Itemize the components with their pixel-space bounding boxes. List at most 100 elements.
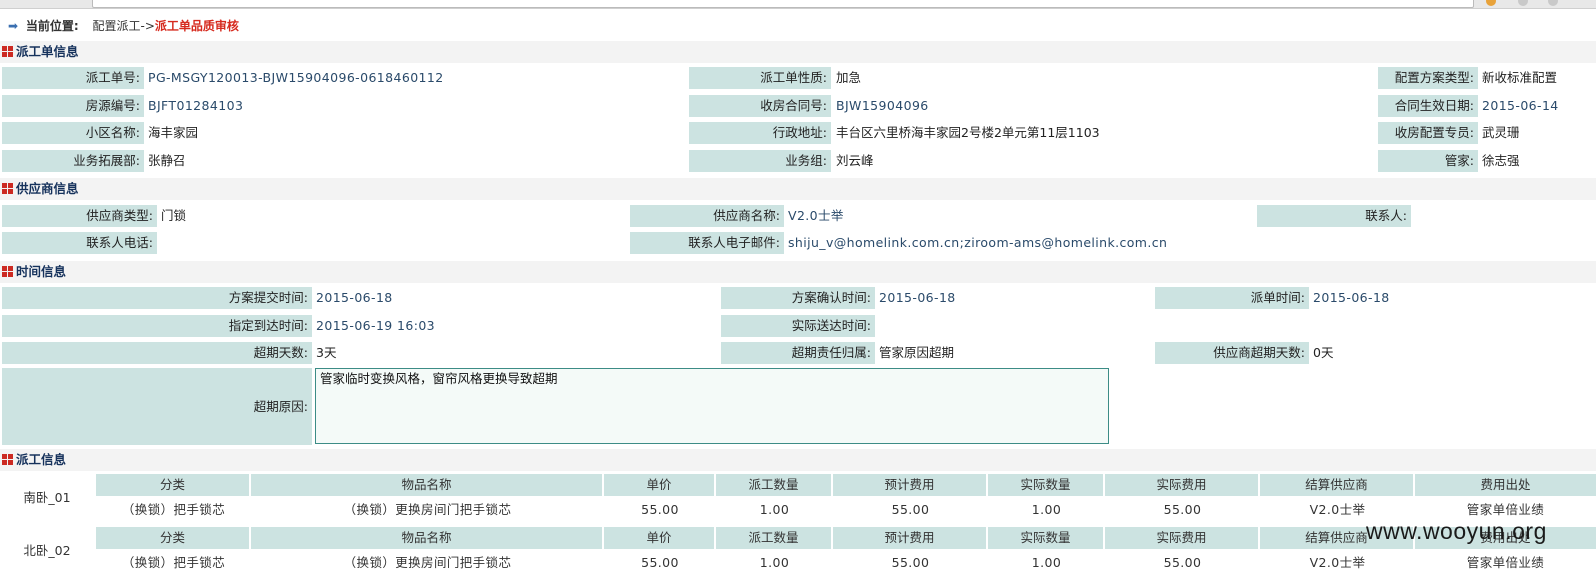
arrive-time-label: 指定到达时间: <box>2 315 312 337</box>
header-est-cost: 预计费用 <box>833 474 988 496</box>
breadcrumb: ➡ 当前位置: 配置派工->派工单品质审核 <box>8 16 239 36</box>
email-label: 联系人电子邮件: <box>630 232 784 254</box>
dispatch-time-label: 派单时间: <box>1155 287 1309 309</box>
overdue-reason-label: 超期原因: <box>2 368 312 445</box>
supplier-type-value: 门锁 <box>161 208 187 223</box>
phone-value <box>157 232 161 254</box>
address-bar[interactable] <box>92 0 1474 8</box>
contract-no-value: BJW15904096 <box>836 98 929 113</box>
responsibility-label: 超期责任归属: <box>721 342 875 364</box>
breadcrumb-path[interactable]: 配置派工-> <box>93 19 155 33</box>
cell-settle-supplier: V2.0士举 <box>1309 555 1366 570</box>
cell-category: （换锁）把手锁芯 <box>121 502 226 517</box>
header-actual-qty: 实际数量 <box>988 527 1105 549</box>
address-label: 行政地址: <box>689 122 831 144</box>
cell-est-cost: 55.00 <box>891 502 930 517</box>
effective-date-label: 合同生效日期: <box>1378 95 1478 117</box>
phone-label: 联系人电话: <box>2 232 157 254</box>
cell-category: （换锁）把手锁芯 <box>121 555 226 570</box>
header-unit-price: 单价 <box>604 527 716 549</box>
section-grid-icon <box>2 46 13 57</box>
group-value: 刘云峰 <box>836 153 874 168</box>
extension-icon[interactable] <box>1486 0 1496 6</box>
contact-label: 联系人: <box>1257 205 1411 227</box>
cell-actual-qty: 1.00 <box>1031 555 1062 570</box>
confirm-time-value: 2015-06-18 <box>879 290 956 305</box>
group-label: 业务组: <box>689 150 831 172</box>
supplier-name-value: V2.0士举 <box>788 208 844 223</box>
header-category: 分类 <box>96 474 251 496</box>
location-label: 当前位置: <box>25 19 79 33</box>
header-est-cost: 预计费用 <box>833 527 988 549</box>
header-unit-price: 单价 <box>604 474 716 496</box>
cell-cost-source: 管家单倍业绩 <box>1466 555 1545 570</box>
section-title-order-info: 派工单信息 <box>0 41 1596 63</box>
settings-icon[interactable] <box>1548 0 1558 6</box>
cell-dispatch-qty: 1.00 <box>759 555 790 570</box>
cell-actual-cost: 55.00 <box>1163 502 1202 517</box>
section-grid-icon <box>2 454 13 465</box>
breadcrumb-current: 派工单品质审核 <box>154 19 239 33</box>
section-title-supplier-info: 供应商信息 <box>0 178 1596 200</box>
plan-type-value: 新收标准配置 <box>1482 70 1558 85</box>
browser-toolbar <box>0 0 1596 9</box>
address-value: 丰台区六里桥海丰家园2号楼2单元第11层1103 <box>836 125 1100 140</box>
arrive-time-value: 2015-06-19 16:03 <box>316 318 436 333</box>
plan-type-label: 配置方案类型: <box>1378 67 1478 89</box>
header-category: 分类 <box>96 527 251 549</box>
dispatch-time-value: 2015-06-18 <box>1313 290 1390 305</box>
header-cost-source: 费用出处 <box>1415 474 1596 496</box>
submit-time-label: 方案提交时间: <box>2 287 312 309</box>
section-title-time-info: 时间信息 <box>0 261 1596 283</box>
room-name: 南卧_01 <box>23 490 71 505</box>
effective-date-value: 2015-06-14 <box>1482 98 1559 113</box>
order-no-value: PG-MSGY120013-BJW15904096-0618460112 <box>148 70 444 85</box>
dept-label: 业务拓展部: <box>2 150 144 172</box>
actual-time-value <box>875 315 879 337</box>
section-title-dispatch-info: 派工信息 <box>0 449 1596 471</box>
overdue-days-label: 超期天数: <box>2 342 312 364</box>
submit-time-value: 2015-06-18 <box>316 290 393 305</box>
dept-value: 张静召 <box>148 153 186 168</box>
contact-value <box>1411 205 1415 227</box>
menu-icon[interactable] <box>1518 0 1528 6</box>
room-name: 北卧_02 <box>23 543 71 558</box>
nature-label: 派工单性质: <box>689 67 831 89</box>
header-settle-supplier: 结算供应商 <box>1260 474 1415 496</box>
responsibility-value: 管家原因超期 <box>879 345 955 360</box>
header-dispatch-qty: 派工数量 <box>716 527 833 549</box>
contract-no-label: 收房合同号: <box>689 95 831 117</box>
nature-value: 加急 <box>836 70 862 85</box>
community-label: 小区名称: <box>2 122 144 144</box>
email-value: shiju_v@homelink.com.cn;ziroom-ams@homel… <box>788 235 1168 250</box>
cell-unit-price: 55.00 <box>641 555 679 570</box>
header-item-name: 物品名称 <box>251 474 604 496</box>
steward-label: 管家: <box>1378 150 1478 172</box>
header-actual-cost: 实际费用 <box>1105 474 1260 496</box>
cell-item-name: （换锁）更换房间门把手锁芯 <box>343 555 512 570</box>
section-grid-icon <box>2 266 13 277</box>
steward-value: 徐志强 <box>1482 153 1520 168</box>
header-actual-cost: 实际费用 <box>1105 527 1260 549</box>
arrow-right-icon: ➡ <box>8 19 19 33</box>
house-no-value: BJFT01284103 <box>148 98 244 113</box>
header-dispatch-qty: 派工数量 <box>716 474 833 496</box>
cell-unit-price: 55.00 <box>641 502 679 517</box>
cell-item-name: （换锁）更换房间门把手锁芯 <box>343 502 512 517</box>
supplier-type-label: 供应商类型: <box>2 205 157 227</box>
overdue-days-value: 3天 <box>316 345 337 360</box>
cell-dispatch-qty: 1.00 <box>759 502 790 517</box>
supplier-overdue-label: 供应商超期天数: <box>1155 342 1309 364</box>
actual-time-label: 实际送达时间: <box>721 315 875 337</box>
specialist-value: 武灵珊 <box>1482 125 1520 140</box>
header-actual-qty: 实际数量 <box>988 474 1105 496</box>
cell-actual-qty: 1.00 <box>1031 502 1062 517</box>
supplier-name-label: 供应商名称: <box>630 205 784 227</box>
header-item-name: 物品名称 <box>251 527 604 549</box>
cell-est-cost: 55.00 <box>891 555 930 570</box>
overdue-reason-textarea[interactable]: 管家临时变换风格，窗帘风格更换导致超期 <box>315 368 1109 444</box>
confirm-time-label: 方案确认时间: <box>721 287 875 309</box>
cell-actual-cost: 55.00 <box>1163 555 1202 570</box>
house-no-label: 房源编号: <box>2 95 144 117</box>
watermark: www.wooyun.org <box>1366 518 1547 544</box>
